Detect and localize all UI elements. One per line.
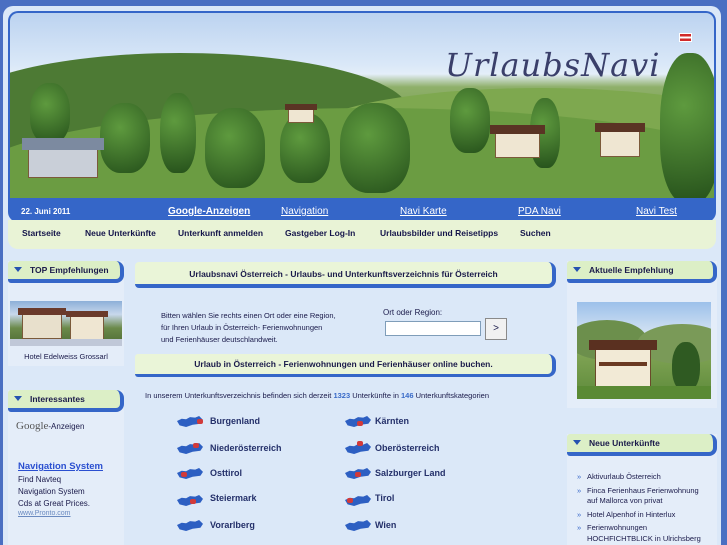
menu-unterkunft-anmelden[interactable]: Unterkunft anmelden (178, 228, 263, 238)
austria-map-icon (177, 443, 203, 454)
map-highlight-icon (197, 419, 203, 424)
current-recommendation-box: Aktuelle Empfehlung (567, 261, 717, 408)
current-recommendation-heading: Aktuelle Empfehlung (567, 261, 717, 283)
map-highlight-icon (347, 498, 353, 503)
map-highlight-icon (355, 472, 361, 477)
search-go-button[interactable]: > (485, 318, 507, 340)
google-ads-link[interactable]: Google-Anzeigen (168, 206, 250, 217)
new-accommodations-box: Neue Unterkünfte Aktivurlaub Österreich … (567, 434, 717, 545)
ort-label: Ort oder Region: (383, 308, 443, 317)
recommendation-photo[interactable] (577, 302, 711, 399)
pda-navi-link[interactable]: PDA Navi (518, 206, 561, 217)
menu-neue-unterkuenfte[interactable]: Neue Unterkünfte (85, 228, 156, 238)
navigation-link[interactable]: Navigation (281, 206, 328, 217)
chevron-down-icon (573, 267, 581, 272)
ad-text: Find Navteq Navigation System Cds at Gre… (18, 475, 91, 508)
accommodation-count: 1323 (333, 391, 351, 400)
chevron-down-icon (14, 396, 22, 401)
intro-text: Bitten wählen Sie rechts einen Ort oder … (161, 311, 336, 344)
list-item[interactable]: Finca Ferienhaus Ferienwohnungauf Mallor… (577, 486, 717, 507)
map-highlight-icon (357, 421, 363, 426)
chevron-down-icon (14, 267, 22, 272)
header-banner-image: UrlaubsNavi (10, 13, 714, 198)
interesting-heading: Interessantes (8, 390, 124, 412)
interesting-box: Interessantes Google-Anzeigen Navigation… (8, 390, 124, 545)
list-item[interactable]: Aktivurlaub Österreich (577, 472, 717, 483)
logo[interactable]: UrlaubsNavi (445, 46, 660, 84)
current-date: 22. Juni 2011 (21, 207, 71, 216)
top-recommendations-box: TOP Empfehlungen Hotel Edelweiss Grossar… (8, 261, 124, 366)
map-highlight-icon (193, 443, 199, 448)
chevron-down-icon (573, 440, 581, 445)
map-highlight-icon (181, 472, 187, 477)
map-highlight-icon (190, 499, 196, 504)
menu-gastgeber-login[interactable]: Gastgeber Log-In (285, 228, 355, 238)
list-item[interactable]: FerienwohnungenHOCHFICHTBLICK in Ulrichs… (577, 523, 717, 544)
count-line: In unserem Unterkunftsverzeichnis befind… (145, 391, 489, 400)
austria-map-icon (177, 520, 203, 531)
new-accommodations-heading: Neue Unterkünfte (567, 434, 717, 456)
list-item[interactable]: Hotel Alpenhof in Hinterlux (577, 510, 717, 521)
menu-urlaubsbilder[interactable]: Urlaubsbilder und Reisetipps (380, 228, 498, 238)
ort-region-input[interactable] (385, 321, 481, 336)
header: UrlaubsNavi 22. Juni 2011 Google-Anzeige… (8, 11, 716, 222)
center-content: Bitten wählen Sie rechts einen Ort oder … (135, 288, 556, 545)
main-menu: Startseite Neue Unterkünfte Unterkunft a… (8, 220, 716, 249)
hotel-edelweiss-caption[interactable]: Hotel Edelweiss Grossarl (8, 352, 124, 361)
new-accommodations-list: Aktivurlaub Österreich Finca Ferienhaus … (577, 472, 717, 545)
page-frame: UrlaubsNavi 22. Juni 2011 Google-Anzeige… (3, 6, 721, 545)
hotel-edelweiss-photo[interactable] (10, 301, 122, 346)
menu-startseite[interactable]: Startseite (22, 228, 61, 238)
ad-url-link[interactable]: www.Pronto.com (18, 510, 71, 517)
ad-navigation-system-link[interactable]: Navigation System (18, 461, 103, 472)
austria-map-icon (345, 520, 371, 531)
category-count: 146 (401, 391, 414, 400)
google-ads-label[interactable]: Google-Anzeigen (16, 420, 84, 432)
menu-suchen[interactable]: Suchen (520, 228, 551, 238)
sub-title: Urlaub in Österreich - Ferienwohnungen u… (135, 354, 556, 377)
navi-test-link[interactable]: Navi Test (636, 206, 677, 217)
austria-flag-icon[interactable] (679, 33, 692, 42)
map-highlight-icon (357, 441, 363, 446)
center-title: Urlaubsnavi Österreich - Urlaubs- und Un… (135, 262, 556, 288)
navi-karte-link[interactable]: Navi Karte (400, 206, 447, 217)
top-recommendations-heading: TOP Empfehlungen (8, 261, 124, 283)
